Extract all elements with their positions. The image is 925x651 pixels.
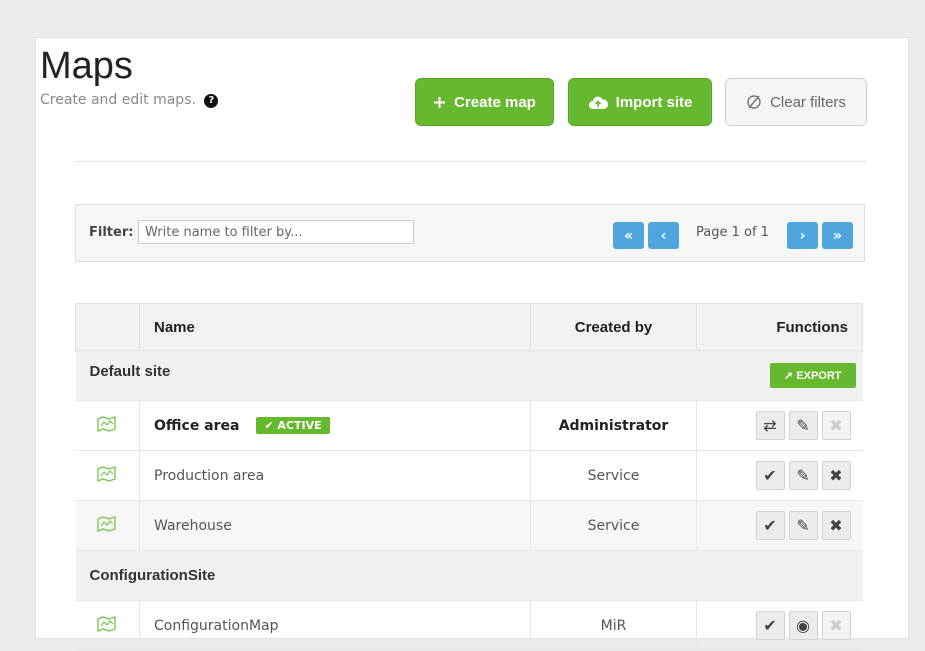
header-created-by[interactable]: Created by bbox=[530, 303, 697, 351]
maps-table: Name Created by Functions Default site ➚… bbox=[75, 303, 863, 651]
empty-set-icon bbox=[746, 94, 762, 110]
chevron-right-icon: › bbox=[799, 227, 806, 244]
clear-filters-label: Clear filters bbox=[770, 93, 846, 111]
map-name-cell: Office area ✔ ACTIVE bbox=[139, 400, 531, 451]
active-badge: ✔ ACTIVE bbox=[256, 417, 330, 434]
sync-icon[interactable]: ⇄ bbox=[755, 411, 785, 440]
export-label: EXPORT bbox=[796, 370, 842, 382]
creator-cell: Administrator bbox=[530, 400, 697, 451]
page-subtitle: Create and edit maps. ? bbox=[40, 92, 219, 108]
import-site-label: Import site bbox=[615, 93, 693, 111]
filter-input[interactable] bbox=[138, 220, 414, 244]
header-icon-col bbox=[75, 303, 140, 351]
check-icon[interactable]: ✔ bbox=[755, 461, 785, 490]
creator-cell: Service bbox=[530, 500, 697, 551]
import-site-button[interactable]: Import site bbox=[568, 78, 712, 126]
double-chevron-right-icon: » bbox=[832, 227, 843, 244]
create-map-label: Create map bbox=[454, 93, 536, 111]
table-header-row: Name Created by Functions bbox=[75, 303, 863, 351]
filter-bar: Filter: « ‹ Page 1 of 1 › » bbox=[75, 204, 865, 262]
question-circle-icon[interactable]: ? bbox=[204, 94, 219, 108]
map-name: Office area bbox=[154, 418, 240, 434]
functions-cell: ✔ ✎ ✖ bbox=[696, 450, 863, 501]
group-name: ConfigurationSite bbox=[75, 550, 863, 601]
group-name: Default site bbox=[89, 363, 171, 380]
functions-cell: ⇄ ✎ ✖ bbox=[696, 400, 863, 451]
close-icon[interactable]: ✖ bbox=[821, 461, 851, 490]
check-icon[interactable]: ✔ bbox=[755, 511, 785, 540]
badge-label: ACTIVE bbox=[277, 419, 322, 432]
prev-page-button[interactable]: ‹ bbox=[648, 222, 679, 249]
header-functions: Functions bbox=[696, 303, 863, 351]
export-button[interactable]: ➚ EXPORT bbox=[769, 363, 856, 388]
table-row[interactable]: Production area Service ✔ ✎ ✖ bbox=[75, 450, 863, 501]
map-icon bbox=[75, 400, 140, 451]
chevron-left-icon: ‹ bbox=[660, 227, 667, 244]
table-row[interactable]: Warehouse Service ✔ ✎ ✖ bbox=[75, 500, 863, 551]
header-name[interactable]: Name bbox=[139, 303, 531, 351]
group-row-configuration-site: ConfigurationSite bbox=[75, 550, 863, 601]
header-divider bbox=[75, 161, 867, 162]
subtitle-text: Create and edit maps. bbox=[40, 92, 196, 108]
map-icon bbox=[75, 500, 140, 551]
creator-cell: Service bbox=[530, 450, 697, 501]
close-icon[interactable]: ✖ bbox=[821, 611, 851, 640]
functions-cell: ✔ ✎ ✖ bbox=[696, 500, 863, 551]
create-map-button[interactable]: Create map bbox=[415, 78, 554, 126]
map-name: Production area bbox=[139, 450, 531, 501]
first-page-button[interactable]: « bbox=[613, 222, 644, 249]
arrow-icon: ➚ bbox=[783, 370, 797, 382]
last-page-button[interactable]: » bbox=[822, 222, 853, 249]
creator-cell: MiR bbox=[530, 600, 697, 651]
cloud-upload-icon bbox=[588, 95, 608, 110]
page-title: Maps bbox=[40, 45, 133, 87]
pencil-icon[interactable]: ✎ bbox=[788, 461, 818, 490]
table-row[interactable]: Office area ✔ ACTIVE Administrator ⇄ ✎ ✖ bbox=[75, 400, 863, 451]
double-chevron-left-icon: « bbox=[623, 227, 634, 244]
pencil-icon[interactable]: ✎ bbox=[788, 411, 818, 440]
close-icon[interactable]: ✖ bbox=[821, 411, 851, 440]
clear-filters-button[interactable]: Clear filters bbox=[725, 78, 867, 126]
table-row[interactable]: ConfigurationMap MiR ✔ ◉ ✖ bbox=[75, 600, 863, 651]
group-row-default-site: Default site ➚ EXPORT bbox=[75, 350, 863, 401]
eye-icon[interactable]: ◉ bbox=[788, 611, 818, 640]
pencil-icon[interactable]: ✎ bbox=[788, 511, 818, 540]
map-icon bbox=[75, 600, 140, 651]
next-page-button[interactable]: › bbox=[787, 222, 818, 249]
filter-label: Filter: bbox=[89, 225, 134, 240]
page-indicator: Page 1 of 1 bbox=[696, 225, 769, 240]
map-icon bbox=[75, 450, 140, 501]
map-name: Warehouse bbox=[139, 500, 531, 551]
close-icon[interactable]: ✖ bbox=[821, 511, 851, 540]
check-icon[interactable]: ✔ bbox=[755, 611, 785, 640]
plus-icon bbox=[433, 96, 446, 109]
functions-cell: ✔ ◉ ✖ bbox=[696, 600, 863, 651]
map-name: ConfigurationMap bbox=[139, 600, 531, 651]
